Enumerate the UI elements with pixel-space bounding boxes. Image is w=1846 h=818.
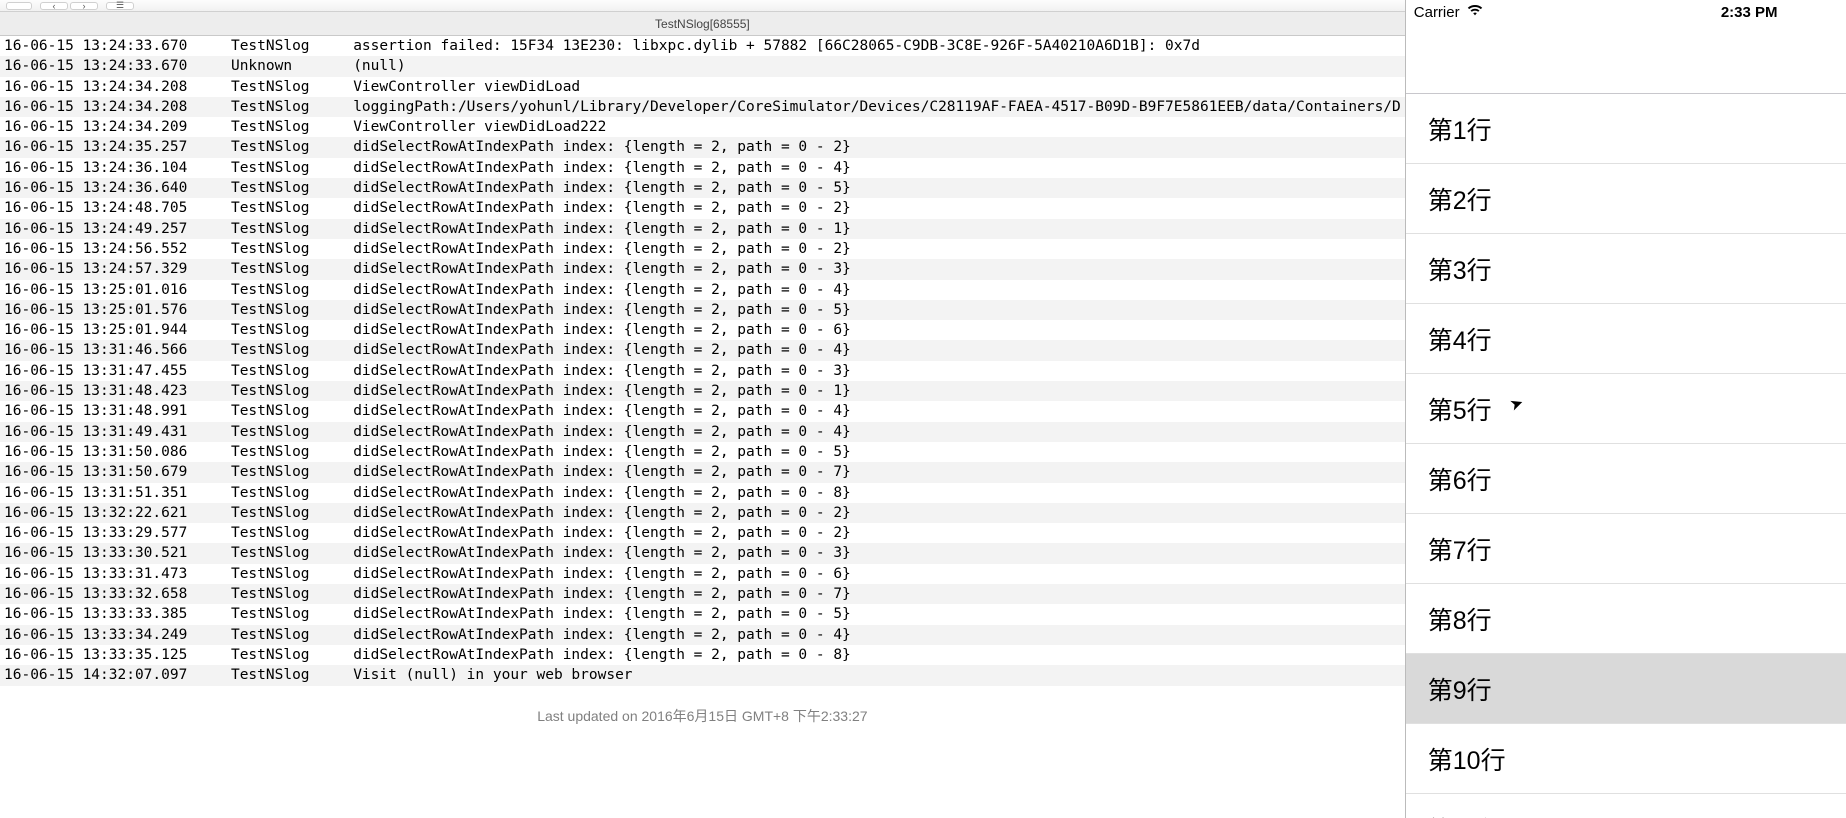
- log-row: 16-06-15 13:31:47.455 TestNSlog didSelec…: [0, 361, 1405, 381]
- log-row: 16-06-15 13:33:33.385 TestNSlog didSelec…: [0, 604, 1405, 624]
- table-row-label: 第5行: [1428, 391, 1492, 427]
- sidebar-toggle-button[interactable]: ☰: [106, 2, 134, 10]
- log-row: 16-06-15 13:24:56.552 TestNSlog didSelec…: [0, 239, 1405, 259]
- log-row: 16-06-15 13:33:32.658 TestNSlog didSelec…: [0, 584, 1405, 604]
- browser-toolbar: ‹ › ☰: [0, 0, 1405, 12]
- wifi-icon: [1466, 3, 1484, 21]
- table-row[interactable]: 第9行: [1406, 654, 1846, 724]
- table-row-label: 第10行: [1428, 741, 1506, 777]
- navigation-bar: 关闭服务: [1406, 24, 1846, 94]
- table-row[interactable]: 第4行: [1406, 304, 1846, 374]
- log-row: 16-06-15 13:24:49.257 TestNSlog didSelec…: [0, 219, 1405, 239]
- status-bar: Carrier 2:33 PM: [1406, 0, 1846, 24]
- ios-simulator: Carrier 2:33 PM 关闭服务 第1行第2行第3行第4行第5行第6行第…: [1406, 0, 1846, 818]
- forward-button[interactable]: ›: [70, 2, 98, 10]
- log-row: 16-06-15 13:33:34.249 TestNSlog didSelec…: [0, 625, 1405, 645]
- log-row: 16-06-15 13:24:57.329 TestNSlog didSelec…: [0, 259, 1405, 279]
- table-row[interactable]: 第1行: [1406, 94, 1846, 164]
- log-row: 16-06-15 13:33:29.577 TestNSlog didSelec…: [0, 523, 1405, 543]
- table-row-label: 第3行: [1428, 251, 1492, 287]
- log-row: 16-06-15 13:25:01.576 TestNSlog didSelec…: [0, 300, 1405, 320]
- table-row[interactable]: 第6行: [1406, 444, 1846, 514]
- table-row[interactable]: 第7行: [1406, 514, 1846, 584]
- log-row: 16-06-15 13:31:51.351 TestNSlog didSelec…: [0, 483, 1405, 503]
- log-row: 16-06-15 13:31:50.086 TestNSlog didSelec…: [0, 442, 1405, 462]
- table-row-label: 第2行: [1428, 181, 1492, 217]
- log-row: 16-06-15 13:25:01.944 TestNSlog didSelec…: [0, 320, 1405, 340]
- log-row: 16-06-15 13:31:46.566 TestNSlog didSelec…: [0, 340, 1405, 360]
- table-row-label: 第1行: [1428, 111, 1492, 147]
- carrier-label: Carrier: [1414, 4, 1460, 21]
- browser-tab[interactable]: TestNSlog[68555]: [0, 12, 1405, 36]
- log-row: 16-06-15 13:24:36.640 TestNSlog didSelec…: [0, 178, 1405, 198]
- log-row: 16-06-15 13:25:01.016 TestNSlog didSelec…: [0, 280, 1405, 300]
- browser-pane: ‹ › ☰ TestNSlog[68555] 16-06-15 13:24:33…: [0, 0, 1406, 818]
- table-row[interactable]: 第2行: [1406, 164, 1846, 234]
- log-row: 16-06-15 13:24:36.104 TestNSlog didSelec…: [0, 158, 1405, 178]
- log-row: 16-06-15 13:33:30.521 TestNSlog didSelec…: [0, 543, 1405, 563]
- log-row: 16-06-15 13:24:34.208 TestNSlog loggingP…: [0, 97, 1405, 117]
- status-time: 2:33 PM: [1484, 4, 1846, 21]
- window-control[interactable]: [6, 2, 32, 10]
- table-row[interactable]: 第8行: [1406, 584, 1846, 654]
- log-console[interactable]: 16-06-15 13:24:33.670 TestNSlog assertio…: [0, 36, 1405, 818]
- last-updated-label: Last updated on 2016年6月15日 GMT+8 下午2:33:…: [0, 686, 1405, 732]
- log-row: 16-06-15 13:32:22.621 TestNSlog didSelec…: [0, 503, 1405, 523]
- table-row[interactable]: 第5行: [1406, 374, 1846, 444]
- log-row: 16-06-15 13:24:35.257 TestNSlog didSelec…: [0, 137, 1405, 157]
- table-row[interactable]: 第3行: [1406, 234, 1846, 304]
- log-row: 16-06-15 13:24:48.705 TestNSlog didSelec…: [0, 198, 1405, 218]
- tab-title: TestNSlog[68555]: [655, 17, 750, 31]
- log-row: 16-06-15 13:31:50.679 TestNSlog didSelec…: [0, 462, 1405, 482]
- table-row-label: 第11行: [1428, 811, 1504, 818]
- table-row[interactable]: 第11行: [1406, 794, 1846, 818]
- table-row-label: 第4行: [1428, 321, 1492, 357]
- table-row-label: 第7行: [1428, 531, 1492, 567]
- back-button[interactable]: ‹: [40, 2, 68, 10]
- table-row-label: 第9行: [1428, 671, 1492, 707]
- log-row: 16-06-15 13:31:48.423 TestNSlog didSelec…: [0, 381, 1405, 401]
- log-row: 16-06-15 13:31:48.991 TestNSlog didSelec…: [0, 401, 1405, 421]
- table-row[interactable]: 第10行: [1406, 724, 1846, 794]
- log-row: 16-06-15 14:32:07.097 TestNSlog Visit (n…: [0, 665, 1405, 685]
- log-row: 16-06-15 13:33:31.473 TestNSlog didSelec…: [0, 564, 1405, 584]
- log-row: 16-06-15 13:31:49.431 TestNSlog didSelec…: [0, 422, 1405, 442]
- log-row: 16-06-15 13:24:34.209 TestNSlog ViewCont…: [0, 117, 1405, 137]
- log-row: 16-06-15 13:24:34.208 TestNSlog ViewCont…: [0, 77, 1405, 97]
- log-row: 16-06-15 13:24:33.670 Unknown (null): [0, 56, 1405, 76]
- table-row-label: 第8行: [1428, 601, 1492, 637]
- log-row: 16-06-15 13:24:33.670 TestNSlog assertio…: [0, 36, 1405, 56]
- table-row-label: 第6行: [1428, 461, 1492, 497]
- table-view[interactable]: 第1行第2行第3行第4行第5行第6行第7行第8行第9行第10行第11行: [1406, 94, 1846, 818]
- log-row: 16-06-15 13:33:35.125 TestNSlog didSelec…: [0, 645, 1405, 665]
